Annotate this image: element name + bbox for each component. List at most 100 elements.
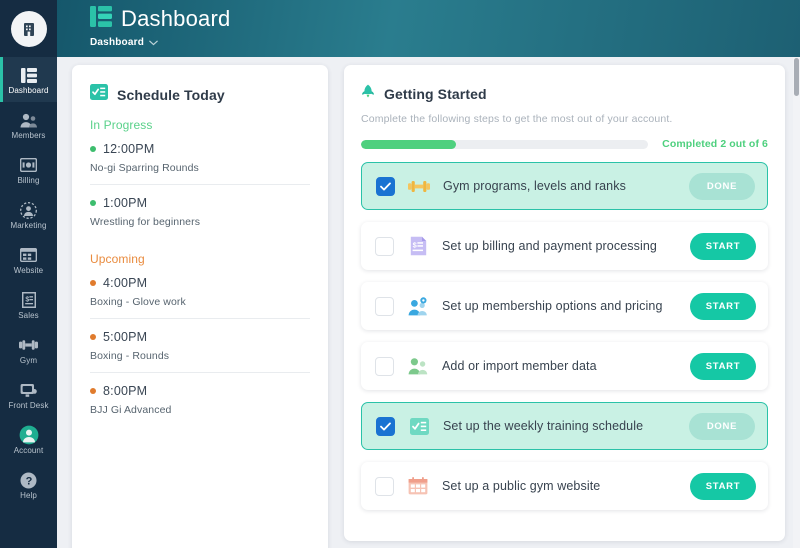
schedule-icon [408,417,430,435]
task-row[interactable]: Set up a public gym website START [361,462,768,510]
sidebar-item-label: Members [11,130,46,140]
task-checkbox[interactable] [375,476,394,496]
sidebar-item-label: Billing [17,175,40,185]
sidebar-item-gym[interactable]: Gym [0,327,57,372]
getting-started-subtitle: Complete the following steps to get the … [361,113,673,125]
getting-started-header: Getting Started [361,84,768,103]
building-icon [10,10,47,47]
website-icon [20,247,37,264]
status-dot [90,146,96,152]
task-list: Gym programs, levels and ranks DONE $ Se… [361,162,768,510]
billing-icon [20,157,37,174]
sidebar-item-label: Dashboard [8,85,49,95]
progress-section: Completed 2 out of 6 [361,138,768,150]
monitor-icon [20,382,37,399]
breadcrumb-label: Dashboard [90,36,145,48]
schedule-item-time: 1:00PM [103,196,148,210]
schedule-card-title: Schedule Today [117,86,225,103]
sidebar-nav: Dashboard Members Billing Marketing Webs… [0,57,57,507]
task-checkbox[interactable] [376,416,395,436]
schedule-item-time: 12:00PM [103,142,155,156]
page-content: Schedule Today In Progress 12:00PM No-gi… [57,57,800,548]
sidebar-item-label: Marketing [10,220,47,230]
check-icon [380,182,391,190]
status-dot [90,334,96,340]
sidebar-item-label: Account [13,445,44,455]
invoice-icon: $ [407,236,429,256]
scrollbar-track[interactable] [793,57,800,548]
sidebar-item-sales[interactable]: $ Sales [0,282,57,327]
schedule-group-status: Upcoming [90,252,145,266]
sales-icon: $ [21,292,36,309]
schedule-item[interactable]: 5:00PM Boxing - Rounds [90,330,310,373]
svg-text:$: $ [412,240,416,249]
schedule-item-time: 8:00PM [103,384,148,398]
account-icon [19,425,39,445]
task-action-button[interactable]: START [690,472,756,500]
task-action-button[interactable]: DONE [689,172,755,200]
schedule-item-name: Boxing - Rounds [90,350,170,362]
page-title: Dashboard [121,6,231,31]
schedule-item[interactable]: 4:00PM Boxing - Glove work [90,276,310,319]
task-row[interactable]: $ Set up billing and payment processing … [361,222,768,270]
sidebar-item-label: Sales [18,310,39,320]
status-dot [90,388,96,394]
task-checkbox[interactable] [376,176,395,196]
task-checkbox[interactable] [375,296,394,316]
sidebar-item-website[interactable]: Website [0,237,57,282]
task-checkbox[interactable] [375,236,394,256]
status-dot [90,280,96,286]
schedule-item[interactable]: 1:00PM Wrestling for beginners [90,196,310,238]
sidebar-item-members[interactable]: Members [0,102,57,147]
task-label: Set up a public gym website [442,479,601,493]
task-row[interactable]: Set up the weekly training schedule DONE [361,402,768,450]
dashboard-icon [20,67,37,84]
task-label: Set up membership options and pricing [442,299,663,313]
svg-text:?: ? [26,475,33,487]
breadcrumb[interactable]: Dashboard [90,33,800,51]
progress-bar [361,139,649,149]
check-icon [380,422,391,430]
app-logo[interactable] [0,0,57,57]
app-root: Dashboard Members Billing Marketing Webs… [0,0,800,548]
task-label: Add or import member data [442,359,597,373]
help-icon: ? [20,472,37,489]
dashboard-icon [90,6,112,32]
task-action-button[interactable]: START [690,232,756,260]
sidebar-item-account[interactable]: Account [0,417,57,462]
sidebar-item-help[interactable]: ? Help [0,462,57,507]
schedule-today-card: Schedule Today In Progress 12:00PM No-gi… [72,65,328,548]
getting-started-title: Getting Started [384,85,487,102]
svg-text:$: $ [25,297,29,304]
schedule-item-name: BJJ Gi Advanced [90,404,172,416]
sidebar-item-front-desk[interactable]: Front Desk [0,372,57,417]
sidebar-item-marketing[interactable]: Marketing [0,192,57,237]
task-checkbox[interactable] [375,356,394,376]
members-gear-icon [407,296,429,316]
task-row[interactable]: Add or import member data START [361,342,768,390]
task-row[interactable]: Set up membership options and pricing ST… [361,282,768,330]
sidebar-item-label: Website [13,265,44,275]
schedule-card-header: Schedule Today [90,84,310,105]
schedule-item-name: Wrestling for beginners [90,216,201,228]
task-label: Gym programs, levels and ranks [443,179,626,193]
members-icon [407,357,429,375]
task-label: Set up billing and payment processing [442,239,657,253]
scrollbar-thumb[interactable] [794,58,799,96]
schedule-item-time: 5:00PM [103,330,148,344]
sidebar-item-dashboard[interactable]: Dashboard [0,57,57,102]
task-action-button[interactable]: DONE [689,412,755,440]
schedule-item[interactable]: 12:00PM No-gi Sparring Rounds [90,142,310,185]
schedule-item-time: 4:00PM [103,276,148,290]
schedule-item[interactable]: 8:00PM BJJ Gi Advanced [90,384,310,426]
sidebar-item-billing[interactable]: Billing [0,147,57,192]
getting-started-card: Getting Started Complete the following s… [344,65,785,541]
task-action-button[interactable]: START [690,292,756,320]
task-row[interactable]: Gym programs, levels and ranks DONE [361,162,768,210]
schedule-icon [90,84,108,105]
task-label: Set up the weekly training schedule [443,419,644,433]
task-action-button[interactable]: START [690,352,756,380]
dumbbell-icon [408,180,430,193]
schedule-item-name: Boxing - Glove work [90,296,186,308]
progress-bar-fill [361,139,456,149]
